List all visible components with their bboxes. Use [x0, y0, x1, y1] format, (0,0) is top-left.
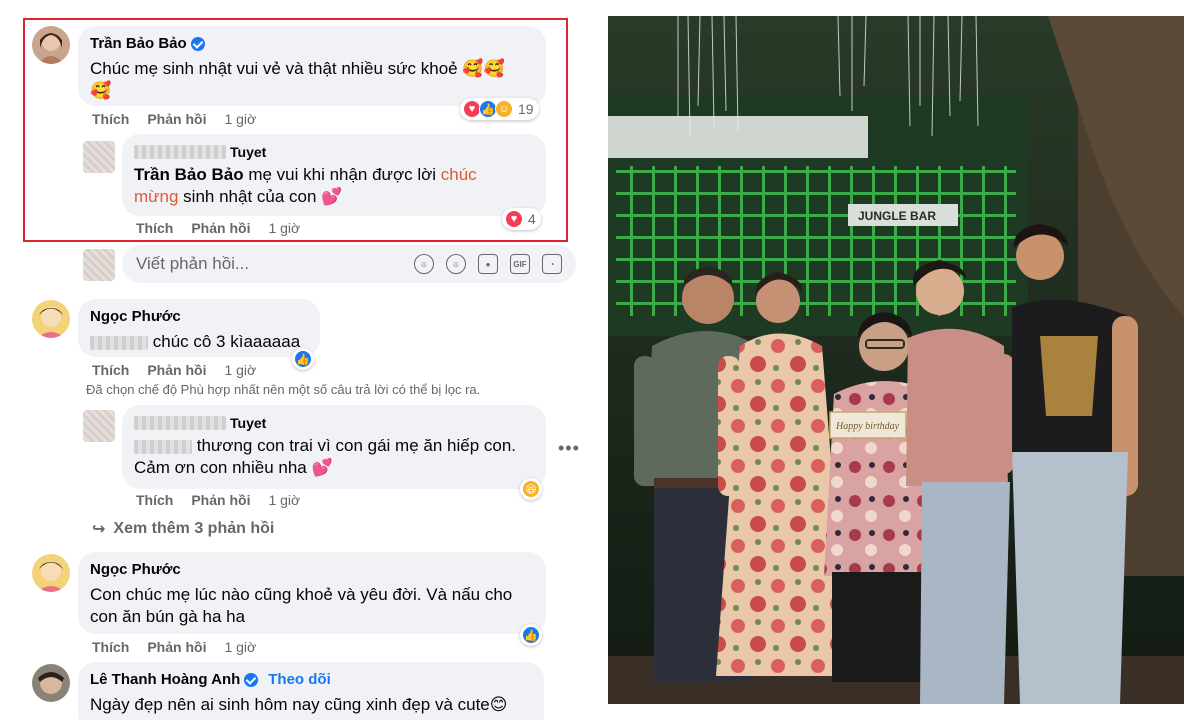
comment-text: Ngày đẹp nên ai sinh hôm nay cũng xinh đ… — [90, 695, 508, 714]
timestamp[interactable]: 1 giờ — [224, 362, 256, 378]
reaction-summary[interactable]: 👍 — [292, 348, 314, 370]
timestamp[interactable]: 1 giờ — [224, 639, 256, 655]
card-text: Happy birthday — [835, 421, 900, 432]
comment-author[interactable]: Trần Bảo Bảo — [90, 34, 187, 54]
like-reaction-icon: 👍 — [522, 626, 540, 644]
comment-bubble-2: Ngọc Phước chúc cô 3 kìaaaaaa — [78, 299, 320, 357]
comment-bubble-1: Trần Bảo Bảo Chúc mẹ sinh nhật vui vẻ và… — [78, 26, 546, 106]
comment-text: Chúc mẹ sinh nhật vui vẻ và thật nhiều s… — [90, 59, 505, 78]
redacted-name — [134, 416, 226, 430]
avatar-tuyet[interactable] — [83, 141, 115, 173]
reply-tag-a[interactable]: chúc — [441, 165, 477, 184]
comment-text-b: con ăn bún gà ha ha — [90, 607, 246, 626]
reaction-summary[interactable]: 👍 — [520, 624, 542, 646]
reaction-count: 19 — [518, 101, 534, 117]
sign-text: JUNGLE BAR — [858, 209, 936, 223]
photo-illustration: JUNGLE BAR Happy birthday — [608, 16, 1184, 704]
reply-bubble-1: Tuyet Trần Bảo Bảo mẹ vui khi nhận được … — [122, 134, 546, 216]
comment-actions: Thích Phản hồi 1 giờ — [92, 111, 256, 127]
reply-actions: Thích Phản hồi 1 giờ — [136, 220, 300, 236]
more-options-icon[interactable]: ••• — [558, 438, 580, 459]
like-button[interactable]: Thích — [92, 362, 129, 378]
reaction-summary[interactable]: ♥ 4 — [502, 208, 541, 230]
avatar-tuyet[interactable] — [83, 410, 115, 442]
timestamp[interactable]: 1 giờ — [224, 111, 256, 127]
reaction-summary[interactable]: ♥ 👍 ☺ 19 — [460, 98, 539, 120]
avatar-ngoc-phuoc[interactable] — [32, 554, 70, 592]
mention-link[interactable]: Trần Bảo Bảo — [134, 165, 244, 184]
reply-input[interactable] — [136, 254, 414, 274]
avatar-tran-bao-bao[interactable] — [32, 26, 70, 64]
verified-badge-icon — [190, 37, 205, 51]
like-button[interactable]: Thích — [136, 492, 173, 508]
family-photo: JUNGLE BAR Happy birthday — [608, 16, 1184, 704]
emoji-icon[interactable]: ☺ — [446, 254, 466, 274]
redacted-mention — [90, 335, 148, 350]
avatar-le-thanh-hoang-anh[interactable] — [32, 664, 70, 702]
reply-tag-b[interactable]: mừng — [134, 187, 178, 206]
comment-text: chúc cô 3 kìaaaaaa — [152, 332, 301, 351]
comment-bubble-3: Ngọc Phước Con chúc mẹ lúc nào cũng khoẻ… — [78, 552, 546, 634]
comment-actions: Thích Phản hồi 1 giờ — [92, 362, 256, 378]
reaction-count: 4 — [528, 211, 536, 227]
redacted-name — [134, 145, 226, 159]
reply-button[interactable]: Phản hồi — [147, 362, 206, 378]
like-reaction-icon: 👍 — [294, 350, 312, 368]
comments-panel: Trần Bảo Bảo Chúc mẹ sinh nhật vui vẻ và… — [0, 0, 590, 720]
reply-button[interactable]: Phản hồi — [191, 492, 250, 508]
reply-button[interactable]: Phản hồi — [191, 220, 250, 236]
reply-author[interactable]: Tuyet — [230, 413, 266, 433]
comment-author[interactable]: Ngọc Phước — [90, 307, 308, 327]
reply-text-a: thương con trai vì con gái mẹ ăn hiếp co… — [196, 436, 516, 455]
sticker-icon[interactable]: ☺ — [414, 254, 434, 274]
timestamp[interactable]: 1 giờ — [268, 220, 300, 236]
redacted-mention — [134, 439, 192, 454]
reaction-summary[interactable]: 😆 — [520, 478, 542, 500]
like-button[interactable]: Thích — [92, 639, 129, 655]
reply-actions: Thích Phản hồi 1 giờ — [136, 492, 300, 508]
reply-bubble-2: Tuyet thương con trai vì con gái mẹ ăn h… — [122, 405, 546, 489]
reply-text-b: Cảm ơn con nhiều nha 💕 — [134, 458, 333, 477]
haha-reaction-icon: 😆 — [522, 480, 540, 498]
camera-icon[interactable]: ● — [478, 254, 498, 274]
comment-author[interactable]: Ngọc Phước — [90, 560, 534, 580]
filter-note: Đã chọn chế độ Phù hợp nhất nên một số c… — [86, 382, 481, 397]
verified-badge-icon — [244, 673, 259, 687]
follow-button[interactable]: Theo dõi — [268, 670, 331, 690]
gif-icon[interactable]: GIF — [510, 254, 530, 274]
comment-author[interactable]: Lê Thanh Hoàng Anh — [90, 670, 240, 690]
care-reaction-icon: ☺ — [495, 100, 513, 118]
reply-button[interactable]: Phản hồi — [147, 111, 206, 127]
timestamp[interactable]: 1 giờ — [268, 492, 300, 508]
see-more-replies-button[interactable]: ↪ Xem thêm 3 phản hồi — [92, 519, 274, 539]
avatar-sticker-icon[interactable]: ◔ — [542, 254, 562, 274]
like-button[interactable]: Thích — [92, 111, 129, 127]
current-user-avatar — [83, 249, 115, 281]
comment-actions: Thích Phản hồi 1 giờ — [92, 639, 256, 655]
love-reaction-icon: ♥ — [505, 210, 523, 228]
reply-input-box[interactable]: ☺ ☺ ● GIF ◔ — [122, 245, 576, 283]
like-button[interactable]: Thích — [136, 220, 173, 236]
reply-text-b: sinh nhật của con 💕 — [178, 187, 343, 206]
comment-text-a: Con chúc mẹ lúc nào cũng khoẻ và yêu đời… — [90, 585, 513, 604]
see-more-label: Xem thêm 3 phản hồi — [113, 520, 275, 537]
avatar-ngoc-phuoc[interactable] — [32, 300, 70, 338]
reply-button[interactable]: Phản hồi — [147, 639, 206, 655]
reply-arrow-icon: ↪ — [92, 521, 106, 538]
comment-bubble-4: Lê Thanh Hoàng Anh Theo dõi Ngày đẹp nên… — [78, 662, 544, 720]
reply-text-a: mẹ vui khi nhận được lời — [243, 165, 441, 184]
reply-author[interactable]: Tuyet — [230, 142, 266, 162]
